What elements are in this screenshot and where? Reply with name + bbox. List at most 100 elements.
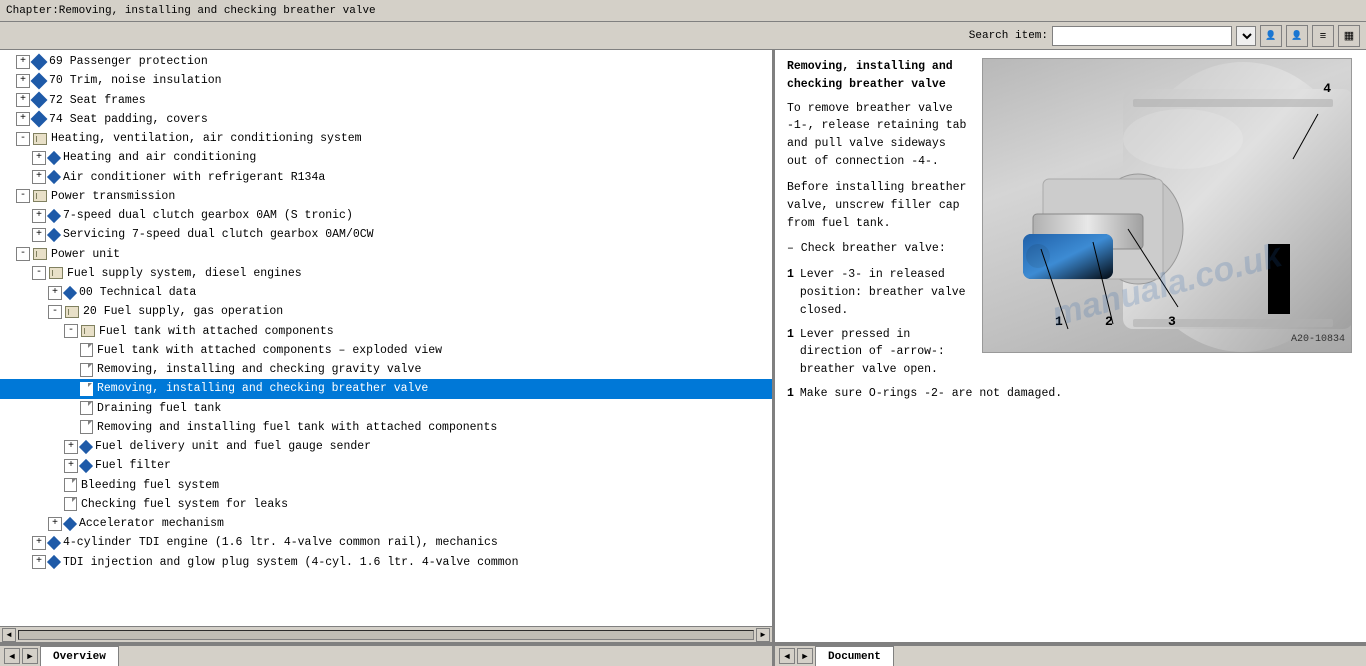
expand-icon-74[interactable]: +: [16, 112, 30, 126]
window-title: Chapter:Removing, installing and checkin…: [6, 5, 376, 17]
doc-icon-bleeding: [64, 478, 77, 492]
part-label-1: 1: [1055, 312, 1063, 332]
tree-item-20[interactable]: - 20 Fuel supply, gas operation: [0, 302, 772, 321]
list-num-1: 1: [787, 266, 794, 319]
tree-item-72[interactable]: + 72 Seat frames: [0, 91, 772, 110]
expand-icon-20[interactable]: -: [48, 305, 62, 319]
nav-doc-right[interactable]: ►: [797, 648, 813, 664]
grid-btn[interactable]: ▦: [1338, 25, 1360, 47]
expand-icon-aircon[interactable]: +: [32, 170, 46, 184]
tree-item-bleeding[interactable]: Bleeding fuel system: [0, 476, 772, 495]
tree-item-heating-ac[interactable]: + Heating and air conditioning: [0, 148, 772, 167]
tree-item-aircon[interactable]: + Air conditioner with refrigerant R134a: [0, 168, 772, 187]
diamond-icon-74: [31, 111, 48, 128]
part-label-4: 4: [1323, 79, 1331, 99]
expand-icon-filter[interactable]: +: [64, 459, 78, 473]
doc-list-item-1: 1 Lever -3- in released position: breath…: [787, 266, 972, 319]
expand-icon-69[interactable]: +: [16, 55, 30, 69]
tree-item-checking[interactable]: Checking fuel system for leaks: [0, 495, 772, 514]
tree-item-tdi[interactable]: + TDI injection and glow plug system (4-…: [0, 553, 772, 572]
tree-hscroll[interactable]: ◄ ►: [0, 626, 772, 642]
diamond-icon-72: [31, 92, 48, 109]
diamond-icon-4cyl: [47, 536, 61, 550]
expand-icon-00[interactable]: +: [48, 286, 62, 300]
diamond-icon-70: [31, 72, 48, 89]
list-text-1: Lever -3- in released position: breather…: [800, 266, 972, 319]
tree-item-74[interactable]: + 74 Seat padding, covers: [0, 110, 772, 129]
user-btn-2[interactable]: 👤: [1286, 25, 1308, 47]
nav-doc-left[interactable]: ◄: [779, 648, 795, 664]
tree-pane: + 69 Passenger protection + 70 Trim, noi…: [0, 50, 775, 642]
tree-item-power-trans[interactable]: - Power transmission: [0, 187, 772, 206]
part-label-3: 3: [1168, 312, 1176, 332]
tree-item-power-unit[interactable]: - Power unit: [0, 245, 772, 264]
list-num-3: 1: [787, 385, 794, 403]
doc-list-item-2: 1 Lever pressed in direction of -arrow-:…: [787, 326, 972, 379]
diamond-icon-aircon: [47, 170, 61, 184]
search-dropdown[interactable]: [1236, 26, 1256, 46]
doc-content: 1 2 3 4 manuala.co.uk A20-10834 Removing…: [775, 50, 1366, 642]
expand-icon-7speed[interactable]: +: [32, 209, 46, 223]
book-icon-fuel-supply: [49, 267, 63, 279]
doc-list-item-3: 1 Make sure O-rings -2- are not damaged.: [787, 385, 1352, 403]
expand-icon-power-trans[interactable]: -: [16, 189, 30, 203]
book-icon-20: [65, 306, 79, 318]
tree-item-heating[interactable]: - Heating, ventilation, air conditioning…: [0, 129, 772, 148]
tree-item-removing-tank[interactable]: Removing and installing fuel tank with a…: [0, 418, 772, 437]
tab-overview[interactable]: Overview: [40, 646, 119, 666]
list-text-2: Lever pressed in direction of -arrow-: b…: [800, 326, 972, 379]
expand-icon-power-unit[interactable]: -: [16, 247, 30, 261]
tree-item-4cyl[interactable]: + 4-cylinder TDI engine (1.6 ltr. 4-valv…: [0, 533, 772, 552]
user-btn-1[interactable]: 👤: [1260, 25, 1282, 47]
diamond-icon-heating-ac: [47, 151, 61, 165]
expand-icon-4cyl[interactable]: +: [32, 536, 46, 550]
tree-item-servicing[interactable]: + Servicing 7-speed dual clutch gearbox …: [0, 225, 772, 244]
expand-icon-fuel-tank[interactable]: -: [64, 324, 78, 338]
tree-item-exploded[interactable]: Fuel tank with attached components – exp…: [0, 341, 772, 360]
expand-icon-fuel-supply[interactable]: -: [32, 266, 46, 280]
tree-item-69[interactable]: + 69 Passenger protection: [0, 52, 772, 71]
hscroll-left[interactable]: ◄: [2, 628, 16, 642]
doc-icon-removing-tank: [80, 420, 93, 434]
tree-item-draining[interactable]: Draining fuel tank: [0, 399, 772, 418]
expand-icon-tdi[interactable]: +: [32, 555, 46, 569]
tree-item-70[interactable]: + 70 Trim, noise insulation: [0, 71, 772, 90]
tree-item-filter[interactable]: + Fuel filter: [0, 456, 772, 475]
expand-icon-delivery[interactable]: +: [64, 440, 78, 454]
search-input[interactable]: [1052, 26, 1232, 46]
nav-left-btn[interactable]: ◄: [4, 648, 20, 664]
diamond-icon-servicing: [47, 228, 61, 242]
hscroll-right[interactable]: ►: [756, 628, 770, 642]
image-ref-label: A20-10834: [1291, 332, 1345, 348]
title-bar: Chapter:Removing, installing and checkin…: [0, 0, 1366, 22]
tree-item-gravity[interactable]: Removing, installing and checking gravit…: [0, 360, 772, 379]
expand-icon-72[interactable]: +: [16, 93, 30, 107]
tab-document[interactable]: Document: [815, 646, 894, 666]
tree-item-7speed[interactable]: + 7-speed dual clutch gearbox 0AM (S tro…: [0, 206, 772, 225]
menu-btn[interactable]: ≡: [1312, 25, 1334, 47]
diamond-icon-00: [63, 286, 77, 300]
tree-item-00[interactable]: + 00 Technical data: [0, 283, 772, 302]
tree-item-fuel-tank[interactable]: - Fuel tank with attached components: [0, 322, 772, 341]
tree-item-delivery[interactable]: + Fuel delivery unit and fuel gauge send…: [0, 437, 772, 456]
expand-icon-70[interactable]: +: [16, 74, 30, 88]
expand-icon-accelerator[interactable]: +: [48, 517, 62, 531]
tree-item-accelerator[interactable]: + Accelerator mechanism: [0, 514, 772, 533]
diamond-icon-7speed: [47, 209, 61, 223]
expand-icon-heating[interactable]: -: [16, 132, 30, 146]
diamond-icon-filter: [79, 459, 93, 473]
doc-icon-checking: [64, 497, 77, 511]
tree-item-fuel-supply[interactable]: - Fuel supply system, diesel engines: [0, 264, 772, 283]
book-icon-heating: [33, 133, 47, 145]
list-text-3: Make sure O-rings -2- are not damaged.: [800, 385, 1062, 403]
book-icon-power-trans: [33, 190, 47, 202]
document-pane: 1 2 3 4 manuala.co.uk A20-10834 Removing…: [775, 50, 1366, 642]
tree-item-breather[interactable]: Removing, installing and checking breath…: [0, 379, 772, 398]
main-area: + 69 Passenger protection + 70 Trim, noi…: [0, 50, 1366, 642]
doc-icon-exploded: [80, 343, 93, 357]
doc-icon-breather: [80, 382, 93, 396]
expand-icon-heating-ac[interactable]: +: [32, 151, 46, 165]
expand-icon-servicing[interactable]: +: [32, 228, 46, 242]
nav-right-btn[interactable]: ►: [22, 648, 38, 664]
left-status-bar: ◄ ► Overview: [0, 644, 775, 666]
